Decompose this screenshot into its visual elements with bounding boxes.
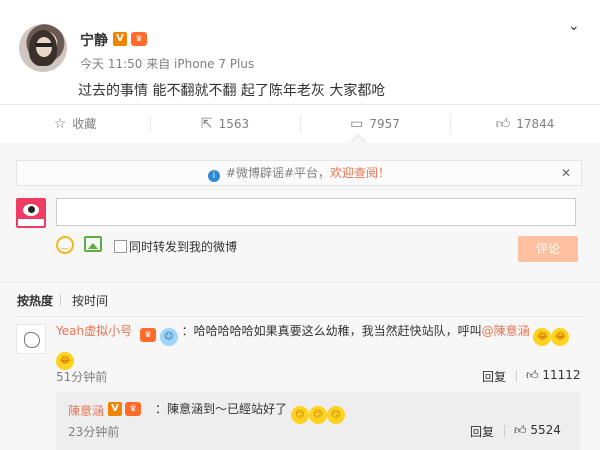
thumb-up-icon: 👍︎ [514,423,527,437]
smirk-emoji-icon: 😏︎ [308,406,327,424]
favorite-button[interactable]: ☆ 收藏 [0,105,150,143]
smirk-emoji-icon: 😏︎ [326,406,345,424]
reply-time: 23分钟前 [68,425,120,439]
reply-button[interactable]: 回复 [482,368,506,385]
sort-divider [60,294,61,306]
emoji-face-icon: ☺ [159,328,178,346]
comment-input[interactable] [56,198,576,226]
submit-comment-button[interactable]: 评论 [518,236,578,262]
laugh-emoji-icon: 😂︎ [533,328,552,346]
laugh-emoji-icon: 😂︎ [551,328,570,346]
star-icon: ☆ [53,116,67,132]
commenter-name[interactable]: Yeah虚拟小号 [56,324,132,338]
vip-crown-icon: ♛ [139,328,156,342]
comment-mention[interactable]: @陳意涵 [482,324,530,338]
smirk-emoji-icon: 😏︎ [290,406,309,424]
thumb-up-icon: 👍︎ [495,116,511,132]
smile-icon[interactable]: ‿ [56,236,74,254]
info-icon: i [207,170,220,182]
panel-caret-inner [351,136,365,143]
comment-icon: ▭ [350,116,364,132]
chevron-down-icon[interactable]: ⌄ [568,19,580,33]
sort-by-time-tab[interactable]: 按时间 [72,292,108,309]
vip-crown-icon: ♛ [125,402,141,416]
comment-time: 51分钟前 [56,370,108,384]
like-count: 17844 [516,117,555,131]
like-button[interactable]: 👍︎ 17844 [450,105,600,143]
reply-text: ：陳意涵到～已經站好了 [155,402,288,416]
comment-button[interactable]: ▭ 7957 [300,105,450,143]
forward-label[interactable]: 同时转发到我的微博 [129,238,237,255]
post-time: 今天 11:50 [80,57,143,71]
forward-checkbox[interactable] [114,240,127,253]
comment-text-block: Yeah虚拟小号 ♛ ☺ ：哈哈哈哈哈如果真要这么幼稚，我当然赶快站队，呼叫@陳… [56,322,586,370]
author-name[interactable]: 宁静 [80,30,108,50]
divider [516,370,517,382]
repost-button[interactable]: ⇱ 1563 [150,105,300,143]
notice-prefix: #微博辟谣#平台， [225,166,331,180]
repost-count: 1563 [218,117,250,131]
comment-text: ：哈哈哈哈哈如果真要这么幼稚，我当然赶快站队，呼叫 [181,324,482,338]
divider [16,316,584,317]
close-icon[interactable]: ✕ [561,161,571,185]
weibo-post-card: 宁静 V ♛ 今天 11:50 来自 iPhone 7 Plus 过去的事情 能… [0,0,600,450]
reply-button[interactable]: 回复 [470,423,494,440]
image-icon[interactable] [84,236,102,252]
reply-like-button[interactable]: 👍︎ 5524 [514,423,561,438]
reply-text-block: ：陳意涵到～已經站好了 😏︎ 😏︎ 😏︎ [155,400,345,424]
author-avatar[interactable] [19,24,67,72]
reply-like-count: 5524 [530,423,561,437]
notice-link[interactable]: 欢迎查阅！ [330,166,390,180]
reply-author[interactable]: 陳意涵 [68,402,104,419]
my-avatar[interactable] [16,198,46,228]
comment-like-count: 11112 [542,368,581,382]
favorite-label: 收藏 [72,117,97,131]
post-source: 来自 iPhone 7 Plus [146,57,255,71]
verified-badge-icon: V [108,402,122,416]
action-bar: ☆ 收藏 ⇱ 1563 ▭ 7957 👍︎ 17844 [0,104,600,144]
divider [504,425,505,437]
sort-by-hot-tab[interactable]: 按热度 [17,292,53,309]
rumor-notice-banner: i #微博辟谣#平台，欢迎查阅！ ✕ [16,160,582,186]
commenter-avatar[interactable] [16,324,46,354]
verified-badge-icon: V [113,32,127,46]
post-text: 过去的事情 能不翻就不翻 起了陈年老灰 大家都呛 [78,83,386,99]
post-meta: 今天 11:50 来自 iPhone 7 Plus [80,55,254,72]
thumb-up-icon: 👍︎ [526,368,539,382]
vip-crown-icon: ♛ [131,32,147,46]
repost-icon: ⇱ [200,116,213,132]
comment-count: 7957 [369,117,400,131]
comment-like-button[interactable]: 👍︎ 11112 [526,368,581,383]
